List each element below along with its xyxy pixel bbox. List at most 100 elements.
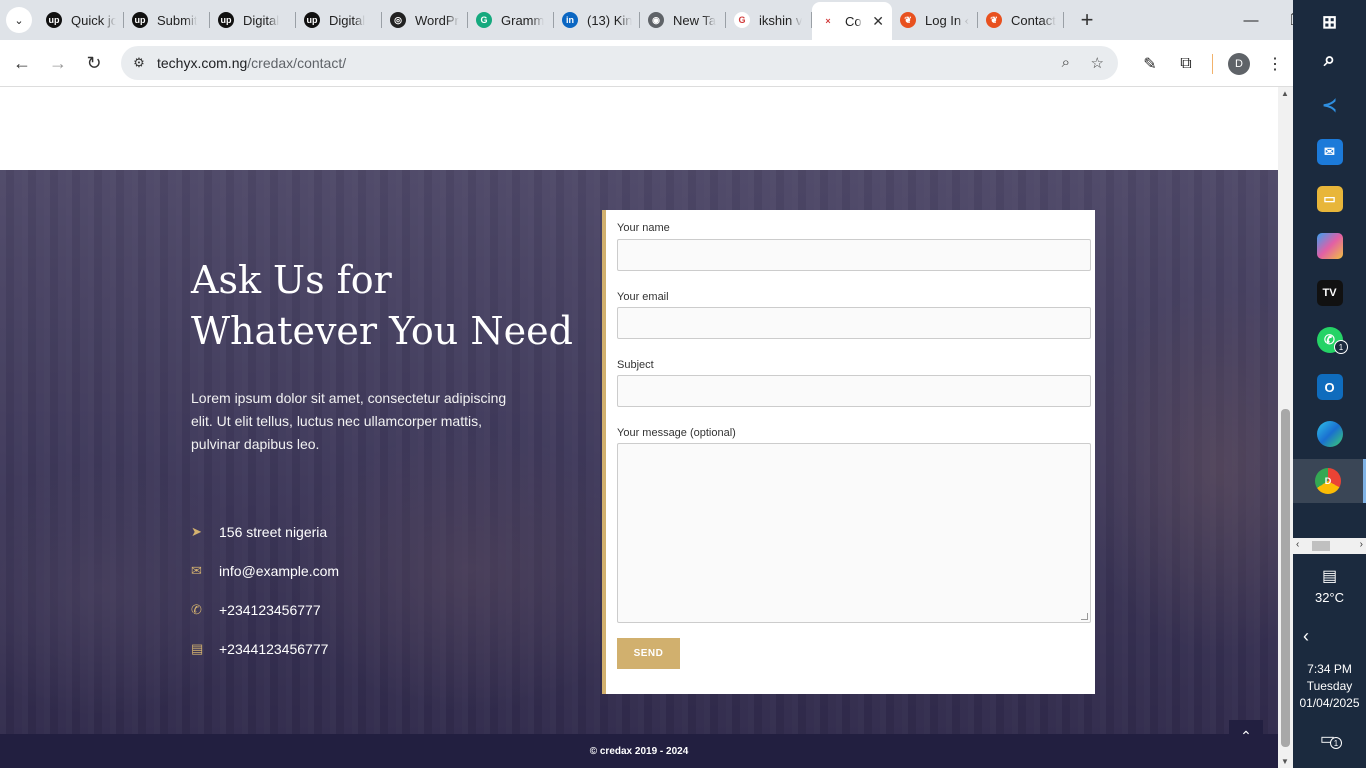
profile-button[interactable]: D — [1221, 46, 1257, 82]
taskbar-tradingview[interactable]: TV — [1293, 271, 1366, 315]
back-button[interactable]: ← — [4, 45, 40, 81]
mail-icon: ✉ — [1316, 139, 1343, 165]
temperature: 32°C — [1314, 590, 1345, 605]
windows-taskbar: ⊞ ⌕ ≺ ✉ ▭ TV ✆ 1 O D ‹ › ▤ 32°C ‹ 7:34 PM… — [1293, 0, 1366, 768]
contact-form: Your name Your email Subject Your messag… — [602, 210, 1095, 694]
taskbar-scrollbar[interactable]: ‹ › — [1293, 538, 1366, 554]
taskbar-file-explorer[interactable]: ▭ — [1293, 177, 1366, 221]
copilot-icon — [1316, 233, 1343, 259]
taskbar-edge[interactable] — [1293, 412, 1366, 456]
clock-time: 7:34 PM — [1307, 662, 1352, 676]
credax-icon: × — [820, 13, 836, 29]
taskbar-whatsapp[interactable]: ✆ 1 — [1293, 318, 1366, 362]
url-text[interactable]: techyx.com.ng/credax/contact/ — [157, 55, 346, 71]
grammarly-icon: G — [476, 12, 492, 28]
google-icon: G — [734, 12, 750, 28]
notification-center-button[interactable]: ▭ 1 — [1320, 729, 1342, 749]
chevron-up-icon: ⌃ — [1240, 727, 1252, 744]
back-to-top-button[interactable]: ⌃ — [1229, 720, 1263, 752]
taskbar-outlook[interactable]: O — [1293, 365, 1366, 409]
close-tab-icon[interactable]: ✕ — [864, 13, 884, 30]
taskbar-copilot[interactable] — [1293, 224, 1366, 268]
email-input[interactable] — [617, 307, 1091, 339]
feather-icon: ❦ — [986, 12, 1002, 28]
chevron-left-icon[interactable]: ‹ — [1303, 626, 1309, 647]
browser-tab[interactable]: up Digital — [296, 0, 382, 40]
browser-tab[interactable]: × Co ✕ — [812, 2, 892, 40]
clock[interactable]: 7:34 PM Tuesday 01/04/2025 — [1293, 661, 1366, 712]
tab-label: Digital — [243, 12, 280, 28]
chevron-down-icon: ⌄ — [6, 7, 32, 33]
upwork-icon: up — [304, 12, 320, 28]
contact-info-list: ➤ 156 street nigeria ✉ info@example.com ✆ +23… — [191, 512, 339, 668]
fax-icon: ▤ — [191, 640, 204, 656]
send-button[interactable]: SEND — [617, 638, 680, 669]
edge-icon — [1316, 421, 1343, 447]
tab-label: Quick jo — [71, 12, 116, 28]
hero-description: Lorem ipsum dolor sit amet, consectetur … — [191, 390, 507, 452]
tab-label: Log In ‹ — [925, 12, 970, 28]
browser-tab[interactable]: up Submit — [124, 0, 210, 40]
search-button[interactable]: ⌕ — [1293, 38, 1366, 82]
browser-tab[interactable]: up Digital — [210, 0, 296, 40]
chrome-icon: ◉ — [648, 12, 664, 28]
tab-label: Co — [845, 13, 862, 29]
tab-search-button[interactable]: ⌄ — [0, 0, 38, 40]
browser-tab[interactable]: in (13) Kin — [554, 0, 640, 40]
message-textarea[interactable] — [617, 443, 1091, 623]
page-viewport: Ask Us for Whatever You Need Lorem ipsum… — [0, 87, 1278, 768]
scrollbar-thumb[interactable] — [1281, 409, 1290, 747]
clock-day: Tuesday — [1306, 679, 1353, 693]
scroll-up-arrow-icon[interactable]: ▲ — [1281, 89, 1289, 98]
browser-tab[interactable]: ◉ New Ta — [640, 0, 726, 40]
browser-toolbar: ← → ↻ ⚙ techyx.com.ng/credax/contact/ ⌕ … — [0, 40, 1293, 87]
weather-widget[interactable]: ▤ 32°C — [1293, 566, 1366, 605]
address-bar[interactable]: ⚙ techyx.com.ng/credax/contact/ ⌕ ☆ — [121, 46, 1118, 80]
scroll-left-arrow-icon[interactable]: ‹ — [1296, 539, 1299, 550]
message-label: Your message (optional) — [617, 427, 736, 439]
clock-date: 01/04/2025 — [1299, 696, 1360, 710]
whatsapp-badge: 1 — [1334, 340, 1348, 354]
avatar: D — [1228, 52, 1250, 75]
taskbar-vscode[interactable]: ≺ — [1293, 83, 1366, 127]
browser-tab[interactable]: ❦ Contact — [978, 0, 1064, 40]
toolbar-actions: ✎ ⧉ D ⋮ — [1132, 40, 1293, 87]
scroll-down-arrow-icon[interactable]: ▼ — [1281, 757, 1289, 766]
scroll-right-arrow-icon[interactable]: › — [1360, 539, 1363, 550]
name-label: Your name — [617, 222, 670, 234]
reload-button[interactable]: ↻ — [76, 45, 112, 81]
folder-icon: ▭ — [1316, 186, 1343, 212]
contact-text: info@example.com — [219, 562, 340, 579]
menu-kebab-icon[interactable]: ⋮ — [1257, 46, 1293, 82]
eyedropper-extension-icon[interactable]: ✎ — [1132, 46, 1168, 82]
browser-tab[interactable]: ❦ Log In ‹ — [892, 0, 978, 40]
new-tab-button[interactable]: + — [1072, 0, 1102, 40]
browser-tab-bar: ⌄ up Quick jo up Submit up Digital up Digital ◎ W… — [0, 0, 1293, 40]
subject-input[interactable] — [617, 375, 1091, 407]
browser-tab[interactable]: ◎ WordPr — [382, 0, 468, 40]
upwork-icon: up — [46, 12, 62, 28]
taskbar-scroll-thumb[interactable] — [1312, 541, 1330, 551]
forward-button[interactable]: → — [40, 45, 76, 81]
browser-tab[interactable]: G Gramm — [468, 0, 554, 40]
contact-text: 156 street nigeria — [219, 523, 328, 540]
bookmark-star-icon[interactable]: ☆ — [1091, 54, 1104, 72]
location-arrow-icon: ➤ — [191, 523, 202, 539]
taskbar-mail[interactable]: ✉ — [1293, 130, 1366, 174]
name-input[interactable] — [617, 239, 1091, 271]
tab-label: WordPr — [415, 12, 459, 28]
site-info-icon[interactable]: ⚙ — [121, 55, 157, 71]
tab-label: Submit — [157, 12, 198, 28]
contact-text: +2344123456777 — [219, 640, 329, 657]
contact-hero-section: Ask Us for Whatever You Need Lorem ipsum… — [0, 170, 1278, 734]
taskbar-chrome[interactable]: D — [1293, 459, 1366, 503]
zoom-icon[interactable]: ⌕ — [1062, 54, 1070, 71]
tab-label: (13) Kin — [587, 12, 632, 28]
browser-tab[interactable]: up Quick jo — [38, 0, 124, 40]
browser-tab[interactable]: Gikshin v — [726, 0, 812, 40]
contact-text: +234123456777 — [219, 601, 321, 618]
news-icon: ▤ — [1321, 568, 1338, 585]
page-scrollbar[interactable]: ▲ ▼ — [1278, 87, 1293, 768]
extensions-puzzle-icon[interactable]: ⧉ — [1168, 46, 1204, 82]
minimize-button[interactable]: — — [1228, 0, 1274, 40]
